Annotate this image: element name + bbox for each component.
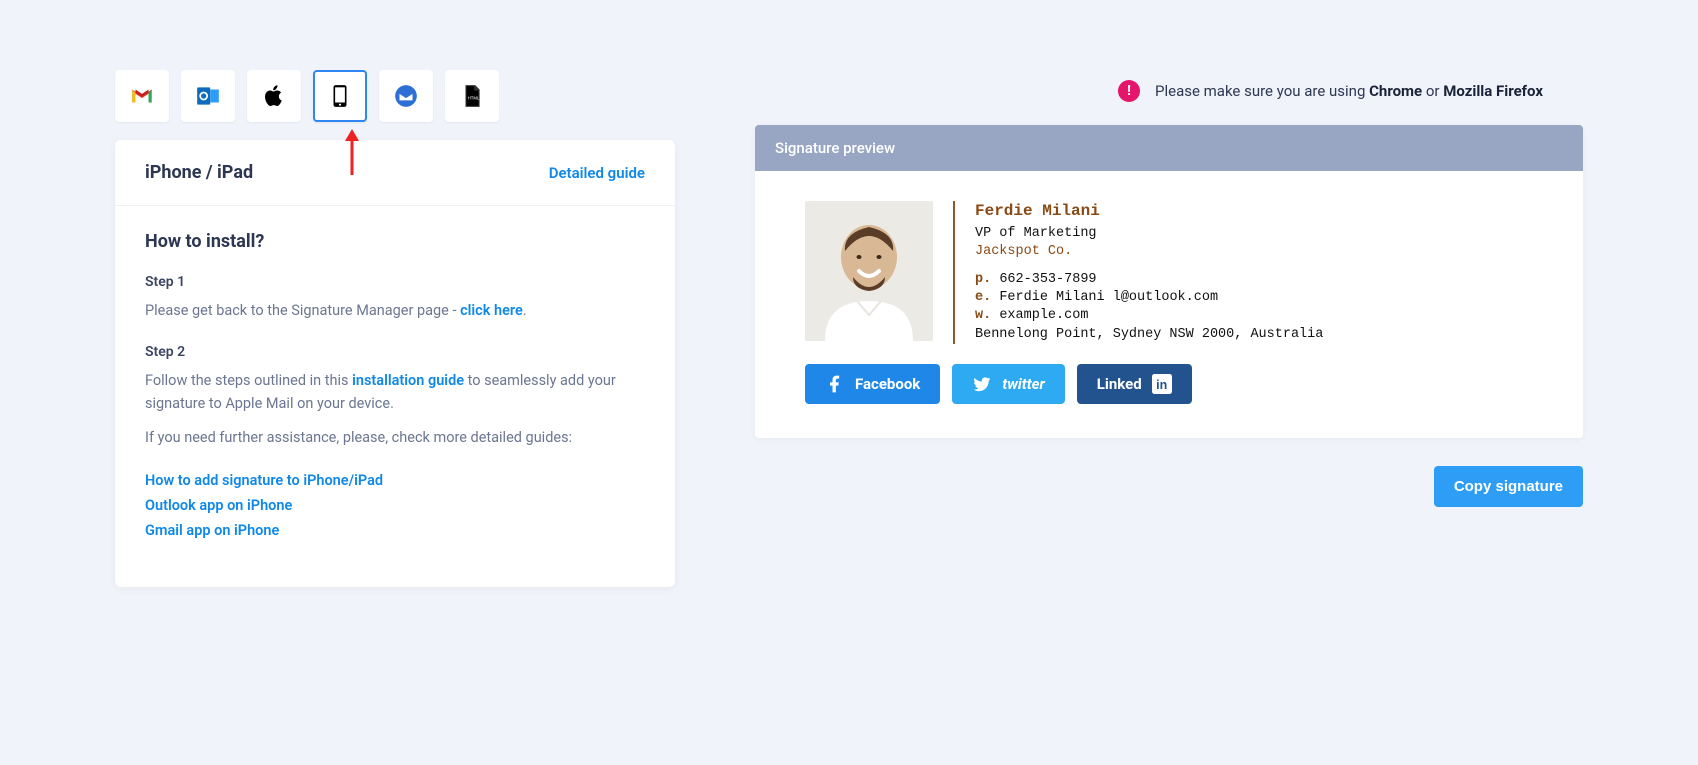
tab-gmail[interactable] — [115, 70, 169, 122]
client-tabs: HTML — [115, 70, 675, 122]
facebook-icon — [825, 374, 845, 394]
click-here-link[interactable]: click here — [460, 302, 523, 319]
copy-signature-button[interactable]: Copy signature — [1434, 466, 1583, 507]
step2-label: Step 2 — [145, 344, 645, 360]
signature-phone: p. 662-353-7899 — [975, 271, 1323, 289]
signature-preview-card: Signature preview — [755, 125, 1583, 438]
apple-icon — [261, 83, 287, 109]
tab-thunderbird[interactable] — [379, 70, 433, 122]
help-link-iphone-ipad[interactable]: How to add signature to iPhone/iPad — [145, 472, 645, 489]
instructions-panel: iPhone / iPad Detailed guide How to inst… — [115, 140, 675, 587]
assist-text: If you need further assistance, please, … — [145, 427, 645, 449]
help-link-outlook-iphone[interactable]: Outlook app on iPhone — [145, 497, 645, 514]
signature-company: Jackspot Co. — [975, 243, 1323, 261]
linkedin-label: Linked — [1097, 375, 1142, 393]
preview-header: Signature preview — [755, 125, 1583, 171]
step1-label: Step 1 — [145, 274, 645, 290]
linkedin-button[interactable]: Linked in — [1077, 364, 1192, 404]
facebook-label: Facebook — [855, 375, 920, 393]
gmail-icon — [129, 83, 155, 109]
panel-title: iPhone / iPad — [145, 162, 253, 183]
step2-text: Follow the steps outlined in this instal… — [145, 370, 645, 415]
ipad-icon — [327, 83, 353, 109]
signature-text-block: Ferdie Milani VP of Marketing Jackspot C… — [975, 201, 1323, 344]
signature-divider — [953, 201, 955, 344]
signature-title: VP of Marketing — [975, 225, 1323, 243]
install-header: How to install? — [145, 231, 645, 252]
html-icon: HTML — [459, 83, 485, 109]
outlook-icon — [195, 83, 221, 109]
step1-text: Please get back to the Signature Manager… — [145, 300, 645, 322]
avatar — [805, 201, 933, 341]
twitter-icon — [972, 374, 992, 394]
tab-outlook[interactable] — [181, 70, 235, 122]
linkedin-icon: in — [1152, 374, 1172, 394]
panel-header: iPhone / iPad Detailed guide — [115, 140, 675, 206]
tab-apple-mail[interactable] — [247, 70, 301, 122]
signature-name: Ferdie Milani — [975, 201, 1323, 223]
help-link-gmail-iphone[interactable]: Gmail app on iPhone — [145, 522, 645, 539]
signature-address: Bennelong Point, Sydney NSW 2000, Austra… — [975, 326, 1323, 344]
installation-guide-link[interactable]: installation guide — [352, 372, 464, 389]
tab-iphone-ipad[interactable] — [313, 70, 367, 122]
twitter-button[interactable]: twitter — [952, 364, 1064, 404]
thunderbird-icon — [393, 83, 419, 109]
svg-text:HTML: HTML — [468, 95, 480, 100]
tab-html[interactable]: HTML — [445, 70, 499, 122]
facebook-button[interactable]: Facebook — [805, 364, 940, 404]
twitter-label: twitter — [1002, 375, 1044, 393]
svg-text:in: in — [1156, 378, 1167, 392]
signature-web: w. example.com — [975, 307, 1323, 325]
detailed-guide-link[interactable]: Detailed guide — [549, 164, 645, 182]
signature-email: e. Ferdie Milani l@outlook.com — [975, 289, 1323, 307]
